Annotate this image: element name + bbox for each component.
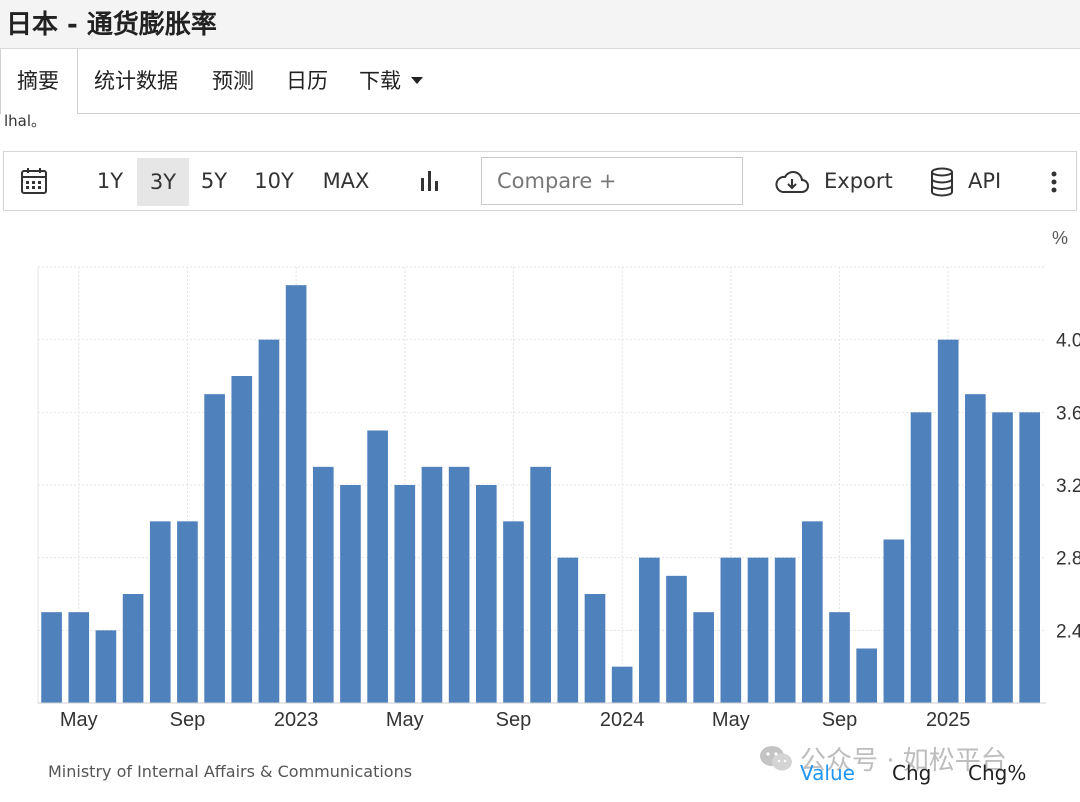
bar-2023-09	[503, 521, 524, 703]
x-tick-label: May	[712, 709, 750, 731]
compare-input[interactable]: Compare +	[481, 157, 743, 205]
bar-2022-07	[122, 594, 144, 703]
range-max-button[interactable]: MAX	[316, 152, 376, 210]
bar-2024-07	[774, 557, 796, 703]
bar-2024-06	[747, 557, 769, 703]
api-button[interactable]: API	[968, 152, 1001, 210]
range-10y-button[interactable]: 10Y	[248, 152, 300, 210]
bar-2023-10	[530, 466, 551, 703]
x-tick-label: Sep	[496, 709, 532, 731]
x-tick-label: May	[60, 709, 98, 731]
calendar-icon[interactable]	[20, 167, 48, 199]
range-5y-button[interactable]: 5Y	[194, 152, 234, 210]
y-tick-label: 2.8	[1056, 549, 1080, 570]
bar-2022-08	[149, 521, 171, 703]
chart-toolbar: 1Y 3Y 5Y 10Y MAX Compare + Export API	[3, 151, 1077, 211]
bar-2025-02	[965, 394, 986, 703]
bar-2025-03	[992, 412, 1013, 703]
section-tabs: 摘要 统计数据 预测 日历 下载	[0, 49, 1080, 114]
bar-2023-04	[367, 430, 388, 703]
bar-2024-08	[802, 521, 823, 703]
tab-download[interactable]: 下载	[359, 49, 423, 113]
bar-2023-02	[312, 466, 334, 703]
x-tick-label: Sep	[170, 709, 206, 731]
bar-2023-06	[421, 466, 443, 703]
bar-2022-05	[68, 612, 90, 703]
bar-2023-07	[448, 466, 470, 703]
bar-2024-05	[720, 557, 742, 703]
export-button[interactable]: Export	[824, 152, 893, 210]
tab-download-label: 下载	[359, 69, 401, 93]
x-tick-label: 2024	[600, 709, 645, 731]
bar-2024-10	[856, 648, 878, 703]
range-3y-button[interactable]: 3Y	[137, 158, 189, 206]
y-tick-label: 3.2	[1056, 476, 1080, 497]
wechat-icon	[758, 744, 794, 778]
page-title: 日本 - 通货膨胀率	[6, 10, 217, 40]
x-tick-label: 2025	[926, 709, 971, 731]
bar-2024-11	[883, 539, 905, 703]
y-tick-label: 2.4	[1056, 621, 1080, 642]
bar-2024-02	[638, 557, 660, 703]
bar-2022-10	[204, 394, 225, 703]
tab-calendar[interactable]: 日历	[286, 49, 328, 113]
bar-2025-04	[1019, 412, 1041, 703]
bar-2025-01	[937, 339, 959, 703]
database-icon[interactable]	[930, 167, 954, 201]
bar-2022-04	[41, 612, 62, 703]
bar-2023-08	[475, 485, 497, 703]
x-tick-label: May	[386, 709, 424, 731]
bar-2024-03	[666, 575, 687, 703]
bar-2022-11	[231, 376, 253, 703]
bar-2022-12	[258, 339, 280, 703]
title-bar: 日本 - 通货膨胀率	[0, 0, 1080, 49]
x-tick-label: Sep	[822, 709, 858, 731]
more-vertical-icon[interactable]	[1050, 170, 1058, 198]
bar-2022-06	[95, 630, 117, 703]
cloud-download-icon[interactable]	[774, 170, 810, 198]
tab-statistics[interactable]: 统计数据	[94, 49, 178, 113]
bar-chart-icon[interactable]	[419, 169, 443, 197]
cropped-text: lhal。	[4, 112, 47, 130]
bar-2022-09	[177, 521, 198, 703]
footer-tab-chg-pct[interactable]: Chg%	[968, 761, 1026, 785]
y-unit-label: %	[1052, 228, 1068, 248]
bar-2024-12	[910, 412, 932, 703]
tab-summary[interactable]: 摘要	[0, 49, 78, 114]
data-source: Ministry of Internal Affairs & Communica…	[48, 762, 413, 781]
bar-2024-04	[693, 612, 714, 703]
chart-area: 2.4 2.8 3.2 3.6 4.0% May Sep 2023 May Sep 2024 May S…	[0, 222, 1080, 802]
y-tick-label: 4.0	[1056, 331, 1080, 352]
x-tick-label: 2023	[274, 709, 319, 731]
bar-2023-11	[557, 557, 579, 703]
caret-down-icon	[411, 76, 423, 84]
bar-2023-05	[394, 485, 416, 703]
footer-tab-chg[interactable]: Chg	[892, 761, 931, 785]
inflation-bar-chart: 2.4 2.8 3.2 3.6 4.0% May Sep 2023 May Sep 2024 May S…	[37, 228, 1080, 731]
range-1y-button[interactable]: 1Y	[88, 152, 132, 210]
bar-2023-03	[340, 485, 361, 703]
tab-forecast[interactable]: 预测	[212, 49, 254, 113]
footer-tab-value[interactable]: Value	[800, 761, 855, 785]
bar-2023-01	[285, 285, 307, 703]
bar-2024-09	[829, 612, 850, 703]
bar-2023-12	[584, 594, 606, 703]
bar-2024-01	[611, 666, 633, 703]
y-tick-label: 3.6	[1056, 403, 1080, 424]
